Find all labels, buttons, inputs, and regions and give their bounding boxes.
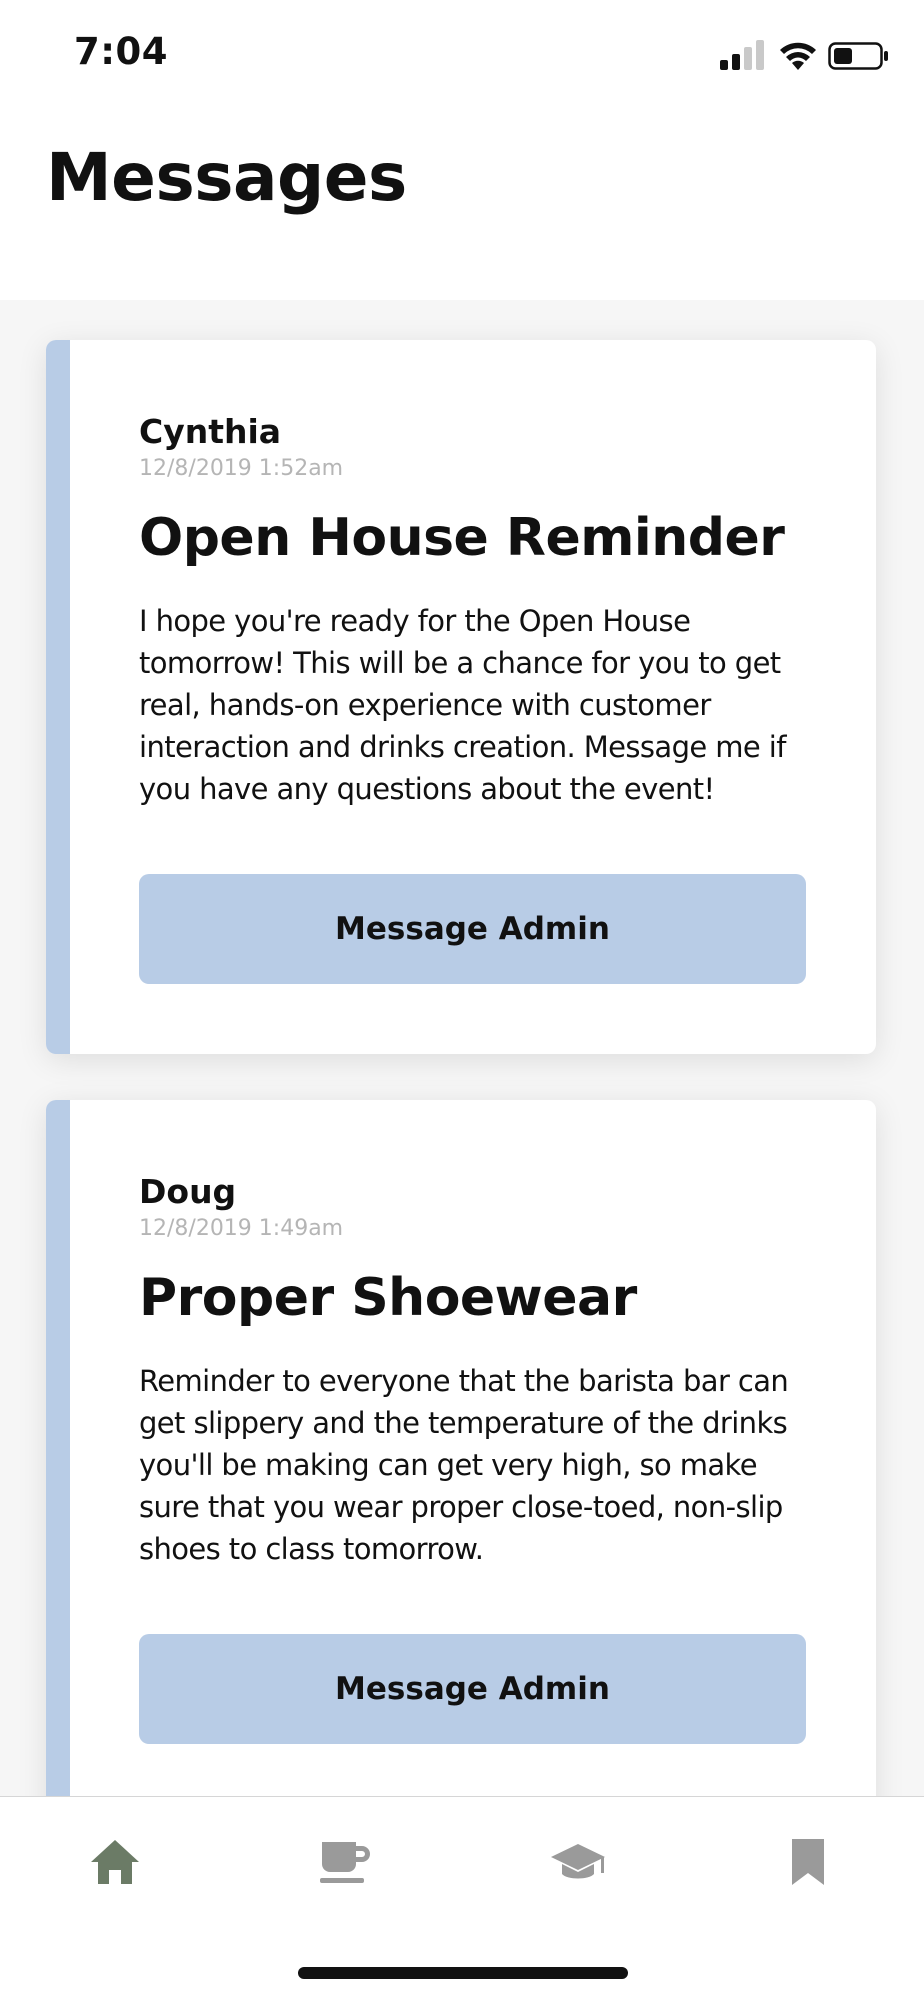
coffee-cup-icon (320, 1842, 370, 1883)
bookmark-icon (792, 1839, 824, 1885)
status-time: 7:04 (74, 30, 169, 73)
message-feed[interactable]: Cynthia 12/8/2019 1:52am Open House Remi… (0, 300, 924, 1796)
message-card: Doug 12/8/2019 1:49am Proper Shoewear Re… (46, 1100, 876, 1796)
message-body: I hope you're ready for the Open House t… (139, 604, 786, 806)
status-icons (720, 40, 890, 76)
page-title: Messages (46, 139, 407, 216)
message-card: Cynthia 12/8/2019 1:52am Open House Remi… (46, 340, 876, 1054)
home-indicator[interactable] (298, 1967, 628, 1979)
message-admin-button[interactable]: Message Admin (139, 1634, 806, 1744)
tab-coffee[interactable] (305, 1827, 385, 1897)
message-admin-button[interactable]: Message Admin (139, 874, 806, 984)
message-timestamp: 12/8/2019 1:52am (139, 456, 344, 481)
tab-home[interactable] (75, 1827, 155, 1897)
graduation-cap-icon (551, 1844, 605, 1879)
message-title: Proper Shoewear (139, 1268, 637, 1328)
message-sender: Doug (139, 1172, 237, 1211)
message-title: Open House Reminder (139, 508, 785, 568)
tab-bookmarks[interactable] (768, 1827, 848, 1897)
card-accent-bar (46, 340, 70, 1054)
card-accent-bar (46, 1100, 70, 1796)
message-sender: Cynthia (139, 412, 282, 451)
message-timestamp: 12/8/2019 1:49am (139, 1216, 344, 1241)
status-bar: 7:04 (0, 0, 924, 110)
home-icon (91, 1840, 139, 1884)
signal-icon (720, 40, 764, 70)
battery-icon (828, 42, 888, 70)
message-body: Reminder to everyone that the barista ba… (139, 1364, 789, 1566)
tab-classes[interactable] (538, 1827, 618, 1897)
wifi-icon (780, 42, 816, 70)
